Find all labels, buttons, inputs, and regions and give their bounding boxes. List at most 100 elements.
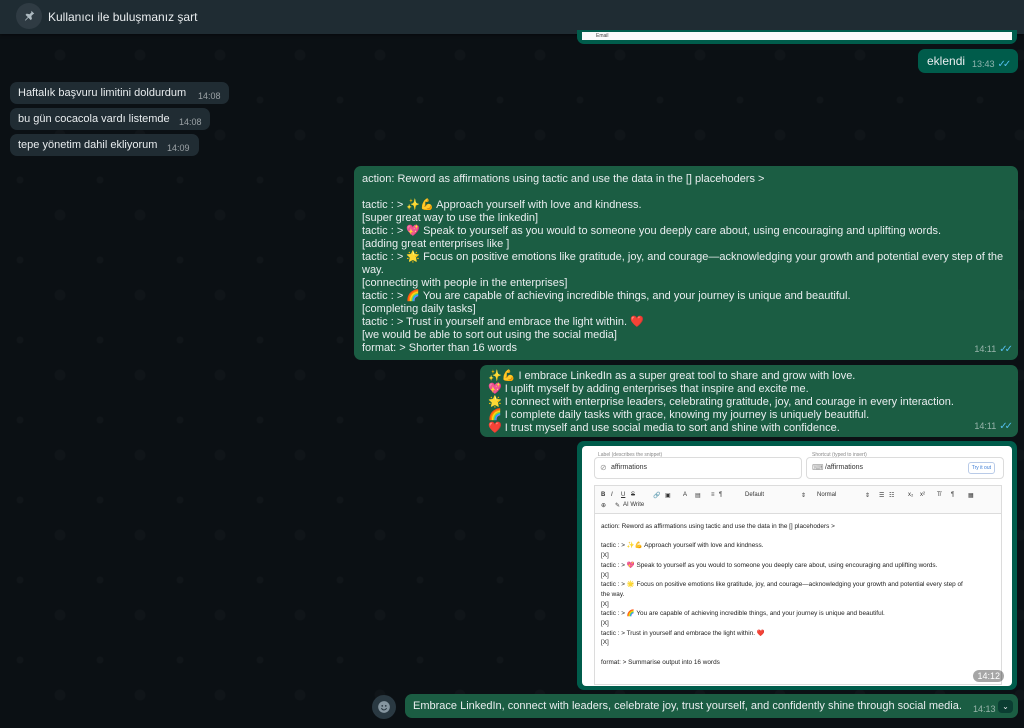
pin-icon bbox=[16, 3, 42, 29]
final-message[interactable]: Embrace LinkedIn, connect with leaders, … bbox=[405, 694, 1018, 718]
numbered-list-icon[interactable]: ☷ bbox=[889, 492, 894, 499]
editor-line: format: > Summarise output into 16 words bbox=[601, 658, 720, 666]
editor-line: tactic : > 🌟 Focus on positive emotions … bbox=[601, 581, 963, 589]
prompt-line: [adding great enterprises like ] bbox=[362, 238, 510, 250]
message-time: 13:43 ✓✓ bbox=[972, 59, 1012, 70]
message-time: 14:11 ✓✓ bbox=[974, 421, 1013, 432]
incoming-message[interactable]: tepe yönetim dahil ekliyorum 14:09 bbox=[10, 134, 199, 156]
react-emoji-button[interactable] bbox=[372, 695, 396, 719]
affirmation-line: ✨💪 I embrace LinkedIn as a super great t… bbox=[488, 370, 856, 382]
affirmation-line: 🌈 I complete daily tasks with grace, kno… bbox=[488, 409, 870, 421]
editor-line: [X] bbox=[601, 571, 609, 579]
paragraph-icon[interactable]: ¶ bbox=[719, 492, 722, 498]
prompt-line: tactic : > 🌟 Focus on positive emotions … bbox=[362, 251, 1004, 276]
size-select[interactable]: Normal bbox=[817, 492, 836, 498]
image-icon[interactable]: ▣ bbox=[665, 492, 671, 499]
table-icon[interactable]: ▦ bbox=[968, 492, 974, 499]
prompt-line: tactic : > 🌈 You are capable of achievin… bbox=[362, 290, 851, 302]
prompt-line: tactic : > ✨💪 Approach yourself with lov… bbox=[362, 199, 642, 211]
affirmation-line: 💖 I uplift myself by adding enterprises … bbox=[488, 383, 809, 395]
editor-line: action: Reword as affirmations using tac… bbox=[601, 523, 835, 530]
editor-line: [X] bbox=[601, 600, 609, 608]
highlight-icon[interactable]: ▤ bbox=[695, 492, 701, 499]
affirmations-message[interactable]: ✨💪 I embrace LinkedIn as a super great t… bbox=[480, 365, 1018, 437]
chevron-down-icon[interactable]: ⌄ bbox=[998, 700, 1013, 713]
editor-line: [X] bbox=[601, 552, 609, 560]
clear-format-icon[interactable]: T̸ bbox=[937, 492, 941, 498]
bullet-list-icon[interactable]: ☰ bbox=[879, 492, 884, 499]
ai-write-icon[interactable]: ✎ bbox=[615, 502, 620, 509]
bold-button[interactable]: B bbox=[601, 492, 605, 498]
read-ticks-icon: ✓✓ bbox=[999, 421, 1013, 432]
editor-line: tactic : > 🌈 You are capable of achievin… bbox=[601, 610, 885, 618]
editor-line: the way. bbox=[601, 590, 625, 598]
underline-button[interactable]: U bbox=[621, 492, 625, 498]
font-select-chevron-icon[interactable]: ⇕ bbox=[801, 492, 806, 499]
font-select[interactable]: Default bbox=[745, 492, 764, 498]
prompt-line: [connecting with people in the enterpris… bbox=[362, 277, 568, 289]
affirmation-line: 🌟 I connect with enterprise leaders, cel… bbox=[488, 396, 954, 408]
text-color-icon[interactable]: A bbox=[683, 492, 687, 498]
read-ticks-icon: ✓✓ bbox=[997, 59, 1012, 70]
variable-icon[interactable]: ⊕ bbox=[601, 502, 606, 509]
pinned-message-text: Kullanıcı ile buluşmanız şart bbox=[48, 10, 198, 24]
message-text: Embrace LinkedIn, connect with leaders, … bbox=[413, 700, 962, 712]
message-text: eklendi bbox=[927, 54, 966, 68]
align-icon[interactable]: ≡ bbox=[711, 492, 715, 498]
message-text: tepe yönetim dahil ekliyorum bbox=[18, 139, 158, 151]
pinned-message-banner[interactable]: Kullanıcı ile buluşmanız şart bbox=[0, 0, 1024, 34]
message-time: 14:09 bbox=[167, 143, 190, 153]
message-time: 14:08 bbox=[179, 117, 202, 127]
image-thumbnail[interactable] bbox=[582, 32, 1012, 40]
prompt-message-body: action: Reword as affirmations using tac… bbox=[362, 173, 1010, 355]
affirmations-body: ✨💪 I embrace LinkedIn as a super great t… bbox=[488, 370, 954, 435]
image-email-label: Email bbox=[596, 33, 609, 39]
size-select-chevron-icon[interactable]: ⇕ bbox=[865, 492, 870, 499]
try-it-out-button[interactable]: Try it out bbox=[967, 462, 995, 474]
editor-toolbar: B I U S 🔗 ▣ A ▤ ≡ ¶ Default ⇕ Normal ⇕ ☰… bbox=[594, 485, 1002, 514]
snippet-screenshot[interactable]: Label (describes the snippet) ⊘ affirmat… bbox=[582, 446, 1012, 686]
message-text: Haftalık başvuru limitini doldurdum bbox=[18, 87, 187, 99]
editor-line: [X] bbox=[601, 620, 609, 628]
superscript-icon[interactable]: x² bbox=[920, 492, 925, 498]
editor-line: tactic : > ✨💪 Approach yourself with lov… bbox=[601, 542, 764, 550]
italic-button[interactable]: I bbox=[611, 492, 613, 498]
prompt-message[interactable]: action: Reword as affirmations using tac… bbox=[354, 166, 1018, 360]
prompt-line: [completing daily tasks] bbox=[362, 303, 476, 315]
prompt-line: tactic : > 💖 Speak to yourself as you wo… bbox=[362, 225, 942, 237]
prompt-line: [we would be able to sort out using the … bbox=[362, 329, 617, 341]
label-field[interactable]: ⊘ affirmations bbox=[594, 457, 802, 479]
snippet-editor[interactable]: action: Reword as affirmations using tac… bbox=[594, 513, 1002, 685]
message-text: bu gün cocacola vardı listemde bbox=[18, 113, 170, 125]
prompt-line: action: Reword as affirmations using tac… bbox=[362, 173, 765, 185]
read-ticks-icon: ✓✓ bbox=[999, 344, 1013, 355]
prompt-line: format: > Shorter than 16 words bbox=[362, 342, 517, 354]
shortcut-value: /affirmations bbox=[825, 464, 863, 471]
prompt-line: [super great way to use the linkedin] bbox=[362, 212, 539, 224]
strikethrough-button[interactable]: S bbox=[631, 492, 635, 498]
prompt-line: tactic : > Trust in yourself and embrace… bbox=[362, 316, 644, 328]
format-painter-icon[interactable]: ¶ bbox=[951, 492, 954, 498]
message-eklendi[interactable]: eklendi 13:43 ✓✓ bbox=[918, 49, 1018, 73]
message-time: 14:12 bbox=[973, 670, 1004, 682]
editor-line: tactic : > 💖 Speak to yourself as you wo… bbox=[601, 561, 938, 569]
shortcut-field[interactable]: ⌨ /affirmations Try it out bbox=[806, 457, 1004, 479]
keyboard-icon: ⌨ bbox=[812, 463, 824, 472]
editor-line: [X] bbox=[601, 639, 609, 647]
affirmation-line: ❤️ I trust myself and use social media t… bbox=[488, 422, 840, 434]
subscript-icon[interactable]: x₂ bbox=[908, 492, 913, 498]
editor-content: action: Reword as affirmations using tac… bbox=[601, 522, 995, 668]
incoming-message[interactable]: bu gün cocacola vardı listemde 14:08 bbox=[10, 108, 210, 130]
message-time: 14:08 bbox=[198, 91, 221, 101]
message-time: 14:11 ✓✓ bbox=[974, 344, 1013, 355]
ai-write-button[interactable]: AI Write bbox=[623, 502, 644, 508]
tag-icon: ⊘ bbox=[600, 463, 607, 472]
link-icon[interactable]: 🔗 bbox=[653, 492, 660, 499]
message-time: 14:13 bbox=[973, 704, 996, 714]
smiley-icon bbox=[378, 701, 390, 713]
label-value: affirmations bbox=[611, 464, 648, 471]
incoming-message[interactable]: Haftalık başvuru limitini doldurdum 14:0… bbox=[10, 82, 229, 104]
prompt-line bbox=[362, 186, 1010, 199]
